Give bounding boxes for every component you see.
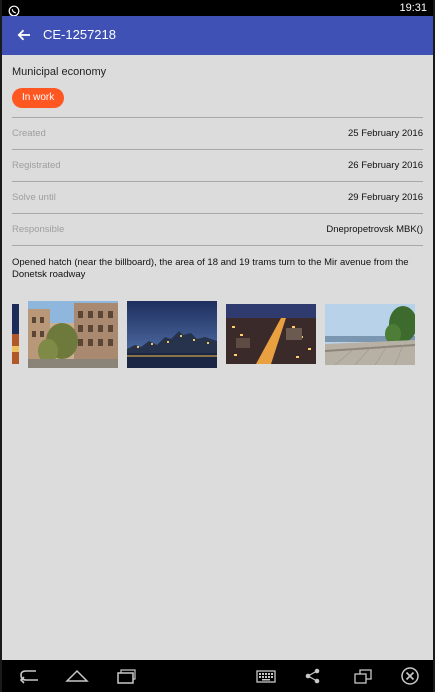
detail-value: 26 February 2016 <box>348 160 423 171</box>
divider <box>12 245 423 246</box>
whatsapp-icon <box>8 2 20 17</box>
detail-label: Solve until <box>12 192 56 203</box>
detail-label: Registrated <box>12 160 61 171</box>
issue-category: Municipal economy <box>12 66 107 78</box>
photo-city-street-day[interactable] <box>28 301 118 368</box>
photo-city-river-dusk[interactable] <box>127 301 217 368</box>
status-bar: 19:31 <box>2 0 433 17</box>
app-bar: CE-1257218 <box>2 16 433 55</box>
issue-details: Municipal economy In work Created 25 Feb… <box>2 55 433 660</box>
photo-city-aerial-night[interactable] <box>226 304 316 364</box>
home-icon[interactable] <box>64 666 90 686</box>
detail-row-created: Created 25 February 2016 <box>12 117 423 149</box>
keyboard-icon[interactable] <box>254 666 278 686</box>
screen: 19:31 CE-1257218 Municipal economy In wo… <box>2 0 433 692</box>
detail-row-registrated: Registrated 26 February 2016 <box>12 149 423 181</box>
detail-label: Responsible <box>12 224 65 235</box>
issue-description: Opened hatch (near the billboard), the a… <box>12 257 409 280</box>
close-circle-icon[interactable] <box>399 666 421 686</box>
photo-embankment-day[interactable] <box>325 304 415 365</box>
back-icon[interactable] <box>18 666 42 686</box>
page-title: CE-1257218 <box>43 27 116 42</box>
detail-value: Dnepropetrovsk MBK() <box>326 224 423 235</box>
detail-label: Created <box>12 128 46 139</box>
recent-apps-icon[interactable] <box>114 666 138 686</box>
status-time: 19:31 <box>399 2 427 14</box>
device-frame: 19:31 CE-1257218 Municipal economy In wo… <box>0 0 435 692</box>
detail-row-responsible: Responsible Dnepropetrovsk MBK() <box>12 213 423 245</box>
share-icon[interactable] <box>303 666 323 686</box>
screen-rotate-icon[interactable] <box>352 666 374 686</box>
detail-value: 25 February 2016 <box>348 128 423 139</box>
detail-value: 29 February 2016 <box>348 192 423 203</box>
detail-row-solve-until: Solve until 29 February 2016 <box>12 181 423 213</box>
photo-partial-night-city[interactable] <box>12 304 19 364</box>
system-nav-bar <box>2 660 433 692</box>
arrow-back-icon[interactable] <box>16 27 32 43</box>
status-badge: In work <box>12 88 65 108</box>
